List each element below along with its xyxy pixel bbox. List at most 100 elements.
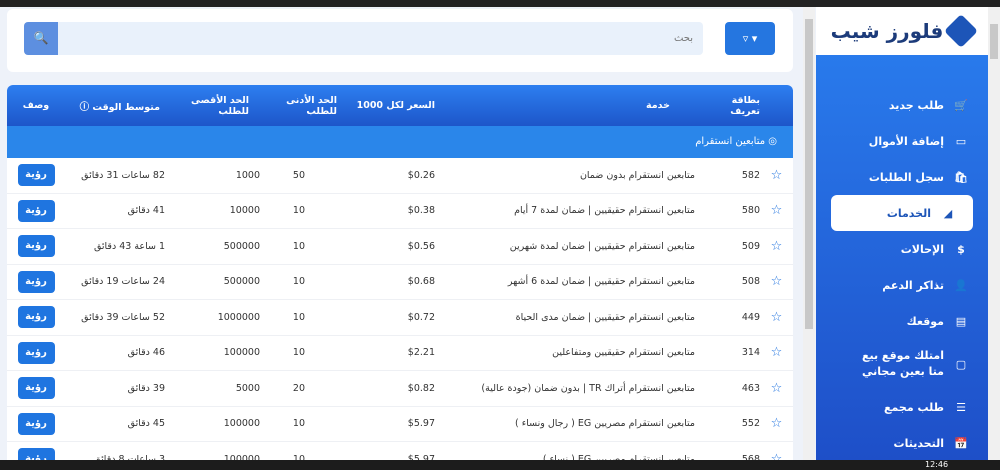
header-min: الحد الأدنى للطلب xyxy=(286,94,337,117)
view-button[interactable]: رؤية xyxy=(17,377,55,400)
nav-icon: 📅 xyxy=(954,436,968,450)
service-min: 10 xyxy=(292,240,305,252)
service-id: 314 xyxy=(741,347,760,359)
nav-icon: 🛒 xyxy=(954,98,968,112)
view-button[interactable]: رؤية xyxy=(17,412,55,435)
service-avg-time: 45 دقائق xyxy=(127,418,165,430)
search-button[interactable]: 🔍 xyxy=(24,22,58,55)
view-button[interactable]: رؤية xyxy=(17,306,55,329)
table-row: ☆ 552 متابعين انستقرام مصريين EG ( رجال … xyxy=(7,407,793,442)
service-avg-time: 1 ساعة 43 دقائق xyxy=(93,240,165,252)
service-name: متابعين انستقرام حقيقيين ومتفاعلين xyxy=(552,347,695,359)
favorite-star-icon[interactable]: ☆ xyxy=(771,416,783,431)
main-scrollbar[interactable] xyxy=(803,7,815,460)
service-avg-time: 46 دقائق xyxy=(127,347,165,359)
service-id: 449 xyxy=(741,311,760,323)
table-row: ☆ 508 متابعين انستقرام حقيقيين | ضمان لم… xyxy=(7,265,793,300)
search-input[interactable] xyxy=(58,22,703,55)
filter-dropdown-button[interactable]: ▿ ▾ xyxy=(725,22,775,55)
service-avg-time: 41 دقائق xyxy=(127,205,165,217)
sidebar-item-2[interactable]: 🛍 سجل الطلبات xyxy=(816,159,988,195)
sidebar-item-4[interactable]: $ الإحالات xyxy=(816,231,988,267)
service-min: 10 xyxy=(292,205,305,217)
sidebar-item-0[interactable]: 🛒 طلب جديد xyxy=(816,87,988,123)
sidebar-item-1[interactable]: ▭ إضافة الأموال xyxy=(816,123,988,159)
info-icon[interactable]: ⓘ xyxy=(80,102,90,113)
table-row: ☆ 582 متابعين انستقرام بدون ضمان $0.26 5… xyxy=(7,158,793,194)
favorite-star-icon[interactable]: ☆ xyxy=(771,239,783,254)
favorite-star-icon[interactable]: ☆ xyxy=(771,381,783,396)
taskbar: 12:46 xyxy=(0,460,1000,470)
instagram-icon: ◎ xyxy=(768,136,777,147)
service-price: $0.38 xyxy=(407,205,435,217)
nav-icon: 👤 xyxy=(954,278,968,292)
sidebar-nav: 🛒 طلب جديد ▭ إضافة الأموال 🛍 سجل الطلبات ◢ الخد… xyxy=(816,87,988,461)
filter-icon: ▿ xyxy=(742,32,749,45)
service-max: 1000000 xyxy=(217,311,260,323)
service-price: $5.97 xyxy=(407,418,435,430)
page-scrollbar[interactable] xyxy=(988,7,1000,460)
sidebar-item-6[interactable]: ▤ موقعك xyxy=(816,303,988,339)
service-price: $0.56 xyxy=(407,240,435,252)
service-max: 1000 xyxy=(235,169,260,181)
view-button[interactable]: رؤية xyxy=(17,270,55,293)
service-price: $0.26 xyxy=(407,169,435,181)
favorite-star-icon[interactable]: ☆ xyxy=(771,168,783,183)
sidebar-item-8[interactable]: ☰ طلب مجمع xyxy=(816,389,988,425)
favorite-star-icon[interactable]: ☆ xyxy=(771,274,783,289)
sidebar: فلورز شيب 🛒 طلب جديد ▭ إضافة الأموال 🛍 سجل ال… xyxy=(816,7,988,460)
nav-icon: ▢ xyxy=(955,357,967,371)
service-min: 10 xyxy=(292,347,305,359)
service-max: 100000 xyxy=(223,347,260,359)
table-row: ☆ 509 متابعين انستقرام حقيقيين | ضمان لم… xyxy=(7,229,793,265)
chevron-down-icon: ▾ xyxy=(751,32,758,45)
view-button[interactable]: رؤية xyxy=(17,341,55,364)
sidebar-item-3[interactable]: ◢ الخدمات xyxy=(831,195,973,231)
service-min: 10 xyxy=(292,311,305,323)
favorite-star-icon[interactable]: ☆ xyxy=(771,310,783,325)
scroll-thumb[interactable] xyxy=(805,19,813,329)
service-max: 5000 xyxy=(235,382,260,394)
table-row: ☆ 314 متابعين انستقرام حقيقيين ومتفاعلين… xyxy=(7,336,793,371)
service-price: $2.21 xyxy=(407,347,435,359)
header-description: وصف xyxy=(22,100,50,111)
header-id: بطاقة تعريف xyxy=(730,94,760,117)
scroll-thumb[interactable] xyxy=(990,24,998,59)
header-avg-time: متوسط الوقت ⓘ xyxy=(79,101,160,113)
taskbar-clock: 12:46 xyxy=(925,460,949,469)
service-avg-time: 52 ساعات 39 دقائق xyxy=(81,311,165,323)
sidebar-item-7[interactable]: ▢ امتلك موقع بيع متا بعين مجاني xyxy=(816,339,988,389)
header-max: الحد الأقصى للطلب xyxy=(191,94,249,117)
view-button[interactable]: رؤية xyxy=(17,199,55,222)
logo-icon xyxy=(944,14,979,48)
favorite-star-icon[interactable]: ☆ xyxy=(771,345,783,360)
view-button[interactable]: رؤية xyxy=(17,235,55,258)
service-name: متابعين انستقرام أتراك TR | بدون ضمان (ج… xyxy=(481,382,695,394)
service-id: 508 xyxy=(741,276,760,288)
service-name: متابعين انستقرام حقيقيين | ضمان لمدة 6 أ… xyxy=(507,276,695,288)
nav-icon: ▤ xyxy=(955,314,967,328)
sidebar-item-5[interactable]: 👤 تذاكر الدعم xyxy=(816,267,988,303)
nav-icon: ◢ xyxy=(943,206,953,220)
service-id: 582 xyxy=(741,169,760,181)
brand-logo[interactable]: فلورز شيب xyxy=(816,7,988,55)
nav-icon: ▭ xyxy=(955,134,967,148)
category-row: ◎ متابعين انستقرام xyxy=(7,126,793,158)
service-id: 580 xyxy=(741,205,760,217)
service-min: 50 xyxy=(292,169,305,181)
service-price: $0.72 xyxy=(407,311,435,323)
service-id: 509 xyxy=(741,240,760,252)
service-name: متابعين انستقرام حقيقيين | ضمان مدى الحي… xyxy=(515,311,695,323)
view-button[interactable]: رؤية xyxy=(17,164,55,187)
service-min: 10 xyxy=(292,276,305,288)
service-name: متابعين انستقرام حقيقيين | ضمان لمدة 7 أ… xyxy=(514,205,695,217)
table-row: ☆ 580 متابعين انستقرام حقيقيين | ضمان لم… xyxy=(7,194,793,229)
header-price: السعر لكل 1000 xyxy=(356,100,435,111)
nav-icon: ☰ xyxy=(956,400,966,414)
search-icon: 🔍 xyxy=(33,31,49,45)
service-id: 463 xyxy=(741,382,760,394)
favorite-star-icon[interactable]: ☆ xyxy=(771,203,783,218)
service-max: 100000 xyxy=(223,418,260,430)
service-name: متابعين انستقرام حقيقيين | ضمان لمدة شهر… xyxy=(509,240,695,252)
sidebar-item-9[interactable]: 📅 التحديثات xyxy=(816,425,988,461)
